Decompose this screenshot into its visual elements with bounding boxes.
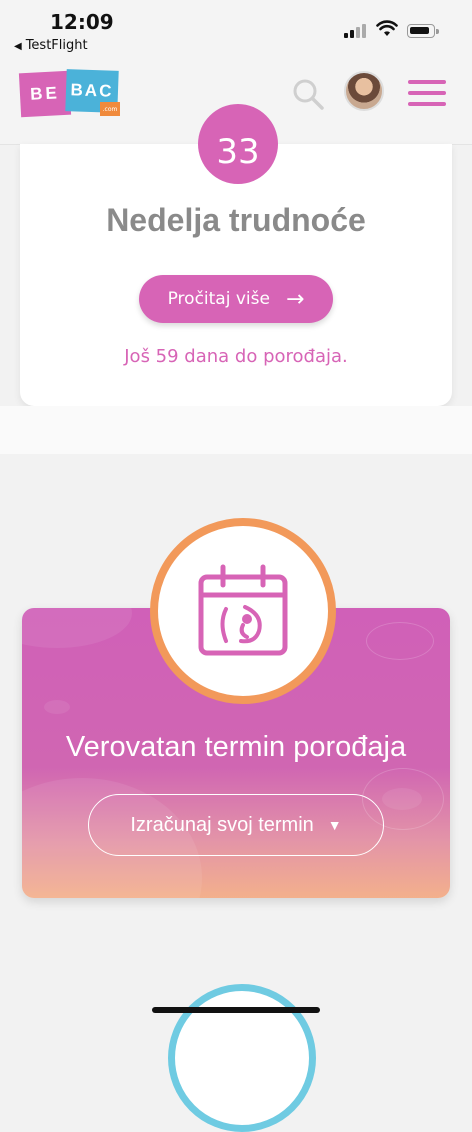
back-app-label: TestFlight (25, 38, 88, 53)
decor-ring (366, 622, 434, 660)
week-number-badge: 33 (198, 104, 278, 184)
week-label: Nedelja trudnoće (106, 202, 366, 238)
due-date-title: Verovatan termin porođaja (65, 731, 407, 763)
section-divider (0, 406, 472, 454)
cellular-signal-icon (344, 22, 370, 38)
due-countdown-text: Još 59 dana do porođaja. (124, 346, 348, 367)
chevron-down-icon: ▼ (327, 817, 342, 833)
arrow-right-icon: → (285, 286, 305, 312)
status-bar: 12:09 ◀ TestFlight (0, 0, 472, 58)
read-more-button[interactable]: Pročitaj više → (139, 275, 333, 323)
search-icon[interactable] (290, 76, 326, 112)
read-more-label: Pročitaj više (167, 289, 270, 309)
home-indicator[interactable] (152, 1007, 320, 1013)
user-avatar[interactable] (344, 71, 384, 111)
battery-icon (407, 24, 439, 38)
status-time: 12:09 (50, 10, 114, 34)
bebac-logo[interactable]: BE BAC .com (18, 69, 124, 120)
calculate-due-date-button[interactable]: Izračunaj svoj termin ▼ (88, 794, 384, 856)
back-to-app-link[interactable]: ◀ TestFlight (14, 38, 88, 53)
pregnancy-week-card: 33 Nedelja trudnoće Pročitaj više → Još … (20, 104, 452, 406)
logo-part-be: BE (18, 70, 72, 118)
wifi-icon (376, 20, 398, 36)
decor-bubble (22, 608, 132, 648)
calendar-baby-icon (150, 518, 336, 704)
decor-bubble (44, 700, 70, 714)
hamburger-menu-icon[interactable] (408, 80, 446, 106)
logo-suffix: .com (100, 102, 120, 116)
calculate-button-label: Izračunaj svoj termin (130, 813, 314, 836)
calendar-icon (198, 564, 288, 656)
back-triangle-icon: ◀ (14, 41, 22, 52)
